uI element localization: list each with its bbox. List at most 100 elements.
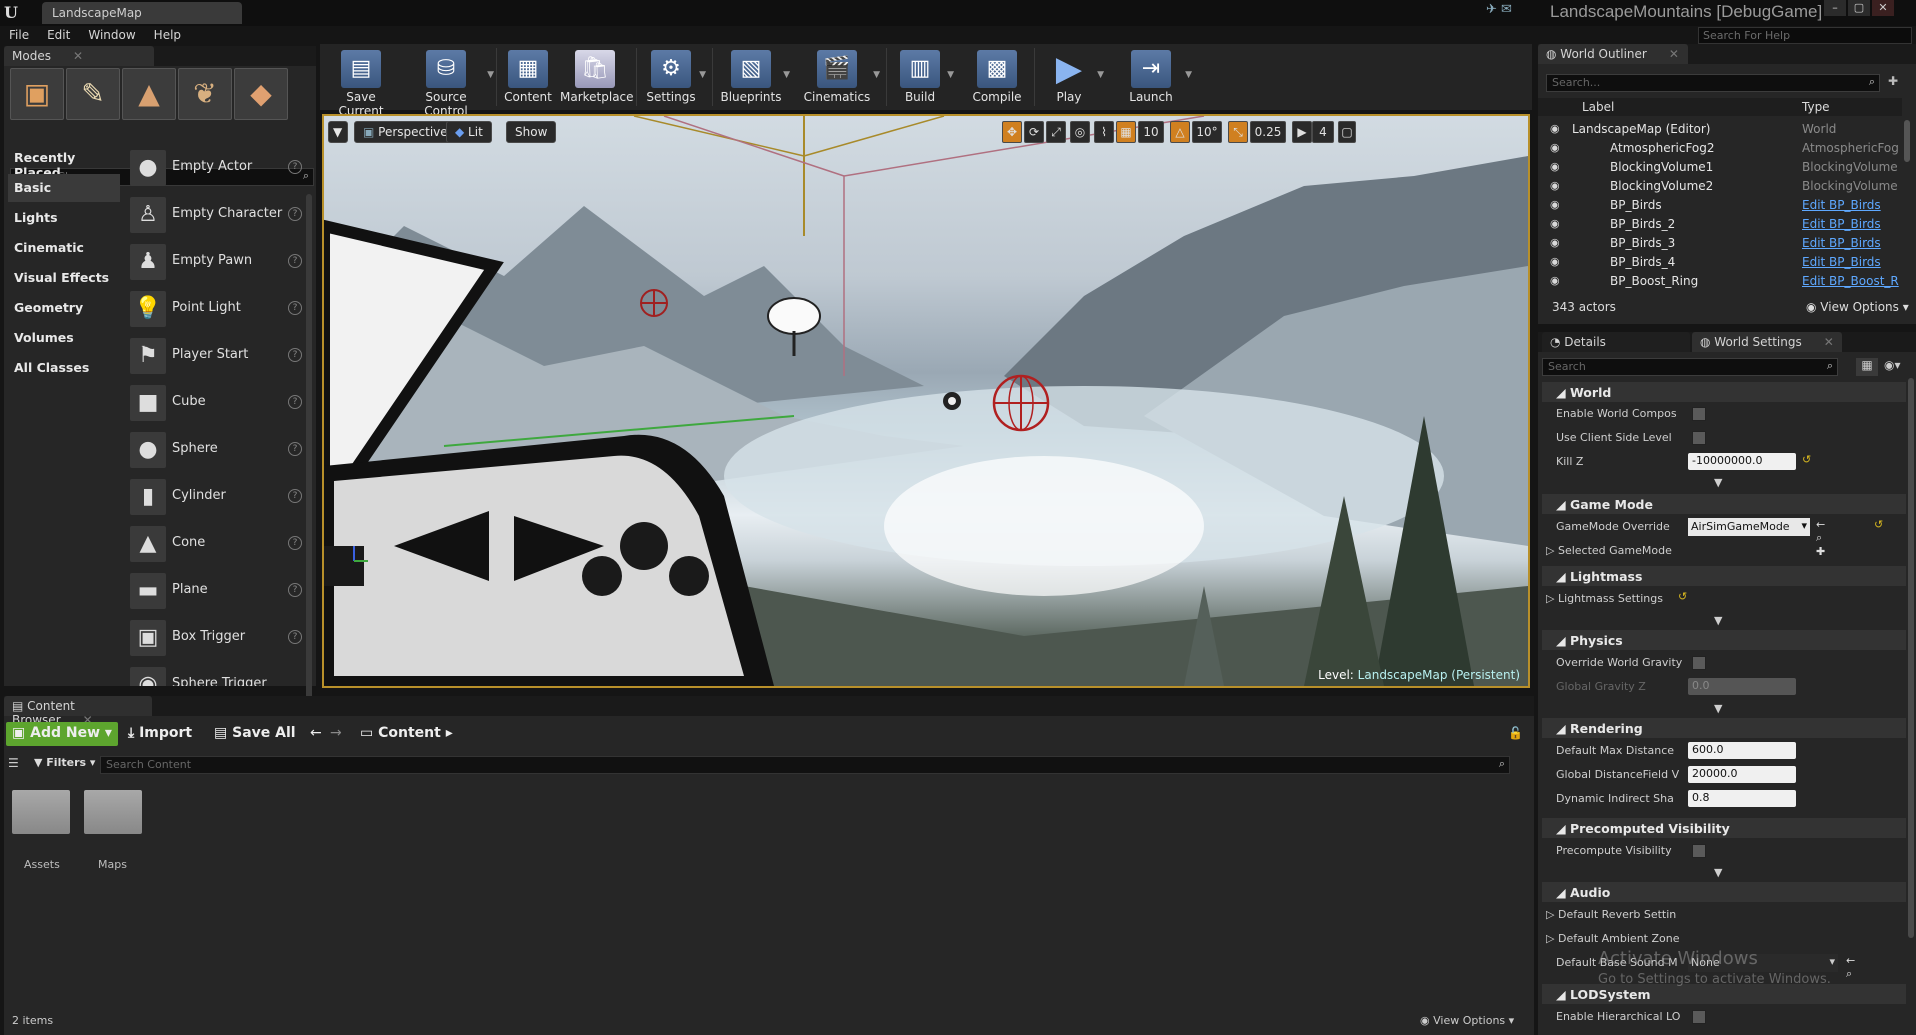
help-search-input[interactable]: Search For Help — [1698, 27, 1912, 44]
col-label[interactable]: Label — [1582, 100, 1614, 114]
rotation-snap-value[interactable]: 10° — [1192, 121, 1222, 143]
tab-details[interactable]: ◔ Details — [1542, 332, 1690, 352]
lit-button[interactable]: ◆ Lit — [446, 121, 492, 143]
use-selected-icon[interactable]: ← ⌕ — [1846, 954, 1855, 981]
reset-arrow-icon[interactable]: ↺ — [1874, 518, 1883, 531]
folder-assets[interactable] — [12, 790, 70, 834]
show-button[interactable]: Show — [506, 121, 557, 143]
eye-icon[interactable]: ◉ — [1550, 179, 1560, 192]
build-button[interactable]: ▥ Build ▼ — [890, 46, 954, 108]
help-icon[interactable]: ? — [288, 583, 302, 597]
row-type-link[interactable]: Edit BP_Birds — [1802, 236, 1881, 250]
col-type[interactable]: Type — [1802, 100, 1830, 114]
camera-speed-value[interactable]: 4 — [1312, 121, 1334, 143]
details-scrollbar[interactable] — [1908, 378, 1914, 938]
save-current-button[interactable]: ▤ Save Current — [324, 46, 398, 118]
document-tab[interactable]: LandscapeMap — [42, 2, 242, 24]
help-icon[interactable]: ? — [288, 160, 302, 174]
dropdown-arrow-icon[interactable]: ▼ — [873, 70, 880, 80]
reset-arrow-icon[interactable]: ↺ — [1678, 590, 1687, 603]
outliner-search-input[interactable]: Search... ⌕ — [1546, 74, 1880, 92]
outliner-row[interactable]: ◉ BP_Birds_2 Edit BP_Birds — [1538, 215, 1902, 234]
section-precomputed-visibility[interactable]: ◢ Precomputed Visibility — [1542, 818, 1906, 838]
menu-window[interactable]: Window — [79, 26, 144, 44]
class-sphere[interactable]: ● Sphere? — [126, 428, 304, 472]
kill-z-input[interactable]: -10000000.0 — [1688, 453, 1796, 470]
row-type-link[interactable]: Edit BP_Birds — [1802, 198, 1881, 212]
expand-advanced-icon[interactable]: ▼ — [1714, 866, 1722, 879]
minimize-button[interactable]: – — [1824, 0, 1846, 16]
lock-icon[interactable]: 🔓 — [1508, 726, 1523, 740]
category-cinematic[interactable]: Cinematic — [8, 234, 120, 262]
maximize-viewport-icon[interactable]: ▢ — [1338, 121, 1356, 143]
content-search-input[interactable]: Search Content ⌕ — [100, 756, 1510, 774]
class-sphere-trigger[interactable]: ◉ Sphere Trigger — [126, 663, 304, 686]
class-box-trigger[interactable]: ▣ Box Trigger? — [126, 616, 304, 660]
outliner-row[interactable]: ◉ BP_Boost_Ring Edit BP_Boost_R — [1538, 272, 1902, 291]
checkbox[interactable] — [1692, 844, 1706, 858]
tab-world-outliner[interactable]: ◍ World Outliner ✕ — [1538, 44, 1688, 64]
help-icon[interactable]: ? — [288, 348, 302, 362]
section-lodsystem[interactable]: ◢ LODSystem — [1542, 984, 1906, 1004]
compile-button[interactable]: ▩ Compile — [964, 46, 1030, 108]
help-icon[interactable]: ? — [288, 489, 302, 503]
tab-modes[interactable]: Modes ✕ — [4, 46, 154, 66]
grid-snap-icon[interactable]: ▦ — [1116, 121, 1136, 143]
details-search-input[interactable]: Search ⌕ — [1542, 358, 1838, 376]
prop-default-ambient-zone[interactable]: ▷ Default Ambient Zone — [1546, 932, 1680, 945]
help-icon[interactable]: ? — [288, 630, 302, 644]
filters-button[interactable]: ▼ Filters ▾ — [34, 756, 95, 769]
menu-help[interactable]: Help — [145, 26, 190, 44]
help-icon[interactable]: ? — [288, 301, 302, 315]
outliner-scrollbar[interactable] — [1904, 120, 1910, 162]
outliner-row[interactable]: ◉ BP_Birds_4 Edit BP_Birds — [1538, 253, 1902, 272]
checkbox[interactable] — [1692, 656, 1706, 670]
eye-icon[interactable]: ◉ — [1550, 255, 1560, 268]
row-type-link[interactable]: Edit BP_Birds — [1802, 255, 1881, 269]
outliner-view-options-button[interactable]: ◉ View Options ▾ — [1806, 300, 1909, 314]
outliner-row[interactable]: ◉ BP_Birds_3 Edit BP_Birds — [1538, 234, 1902, 253]
checkbox[interactable] — [1692, 431, 1706, 445]
outliner-row[interactable]: ◉ LandscapeMap (Editor) World — [1538, 120, 1902, 139]
eye-icon[interactable]: ◉ — [1550, 141, 1560, 154]
prop-lightmass-settings[interactable]: ▷ Lightmass Settings ↺ — [1546, 590, 1687, 605]
category-volumes[interactable]: Volumes — [8, 324, 120, 352]
geometry-mode-icon[interactable]: ◆ — [234, 68, 288, 120]
modes-scrollbar[interactable] — [306, 194, 312, 734]
foliage-mode-icon[interactable]: ❦ — [178, 68, 232, 120]
camera-speed-icon[interactable]: ▶ — [1292, 121, 1312, 143]
section-rendering[interactable]: ◢ Rendering — [1542, 718, 1906, 738]
help-icon[interactable]: ? — [288, 536, 302, 550]
default-max-distance-input[interactable]: 600.0 — [1688, 742, 1796, 759]
expand-advanced-icon[interactable]: ▼ — [1714, 614, 1722, 627]
class-player-start[interactable]: ⚑ Player Start? — [126, 334, 304, 378]
dropdown-arrow-icon[interactable]: ▼ — [1097, 70, 1104, 80]
folder-maps[interactable] — [84, 790, 142, 834]
menu-file[interactable]: File — [0, 26, 38, 44]
dropdown-arrow-icon[interactable]: ▼ — [1185, 70, 1192, 80]
add-filter-icon[interactable]: ✚ — [1888, 74, 1898, 88]
category-recently-placed[interactable]: Recently Placed — [8, 144, 120, 180]
category-all-classes[interactable]: All Classes — [8, 354, 120, 382]
gamemode-override-select[interactable]: AirSimGameMode ▾ — [1688, 518, 1810, 536]
global-distancefield-input[interactable]: 20000.0 — [1688, 766, 1796, 783]
help-icon[interactable]: ? — [288, 254, 302, 268]
play-button[interactable]: ▶ Play ▼ — [1038, 46, 1104, 108]
use-selected-icon[interactable]: ← ⌕ ✚ — [1816, 518, 1825, 558]
prop-selected-gamemode[interactable]: ▷ Selected GameMode — [1546, 544, 1672, 557]
content-view-options-button[interactable]: ◉ View Options ▾ — [1420, 1014, 1514, 1027]
add-new-button[interactable]: ▣ Add New ▾ — [6, 722, 118, 746]
section-game-mode[interactable]: ◢ Game Mode — [1542, 494, 1906, 514]
section-physics[interactable]: ◢ Physics — [1542, 630, 1906, 650]
save-all-button[interactable]: ▤ Save All — [208, 722, 302, 746]
class-point-light[interactable]: 💡 Point Light? — [126, 287, 304, 331]
import-button[interactable]: ⤓ Import — [122, 722, 198, 746]
sources-panel-icon[interactable]: ☰ — [8, 756, 19, 770]
paint-mode-icon[interactable]: ✎ — [66, 68, 120, 120]
content-button[interactable]: ▦ Content — [500, 46, 556, 108]
tab-content-browser[interactable]: ▤ Content Browser ✕ — [4, 696, 152, 727]
viewport-scene[interactable]: ▼ ▣ Perspective ◆ Lit Show ✥ ⟳ ⤢ ◎ ⌇ ▦ 1… — [324, 116, 1528, 686]
section-world[interactable]: ◢ World — [1542, 382, 1906, 402]
scale-snap-value[interactable]: 0.25 — [1250, 121, 1286, 143]
grid-snap-value[interactable]: 10 — [1138, 121, 1164, 143]
